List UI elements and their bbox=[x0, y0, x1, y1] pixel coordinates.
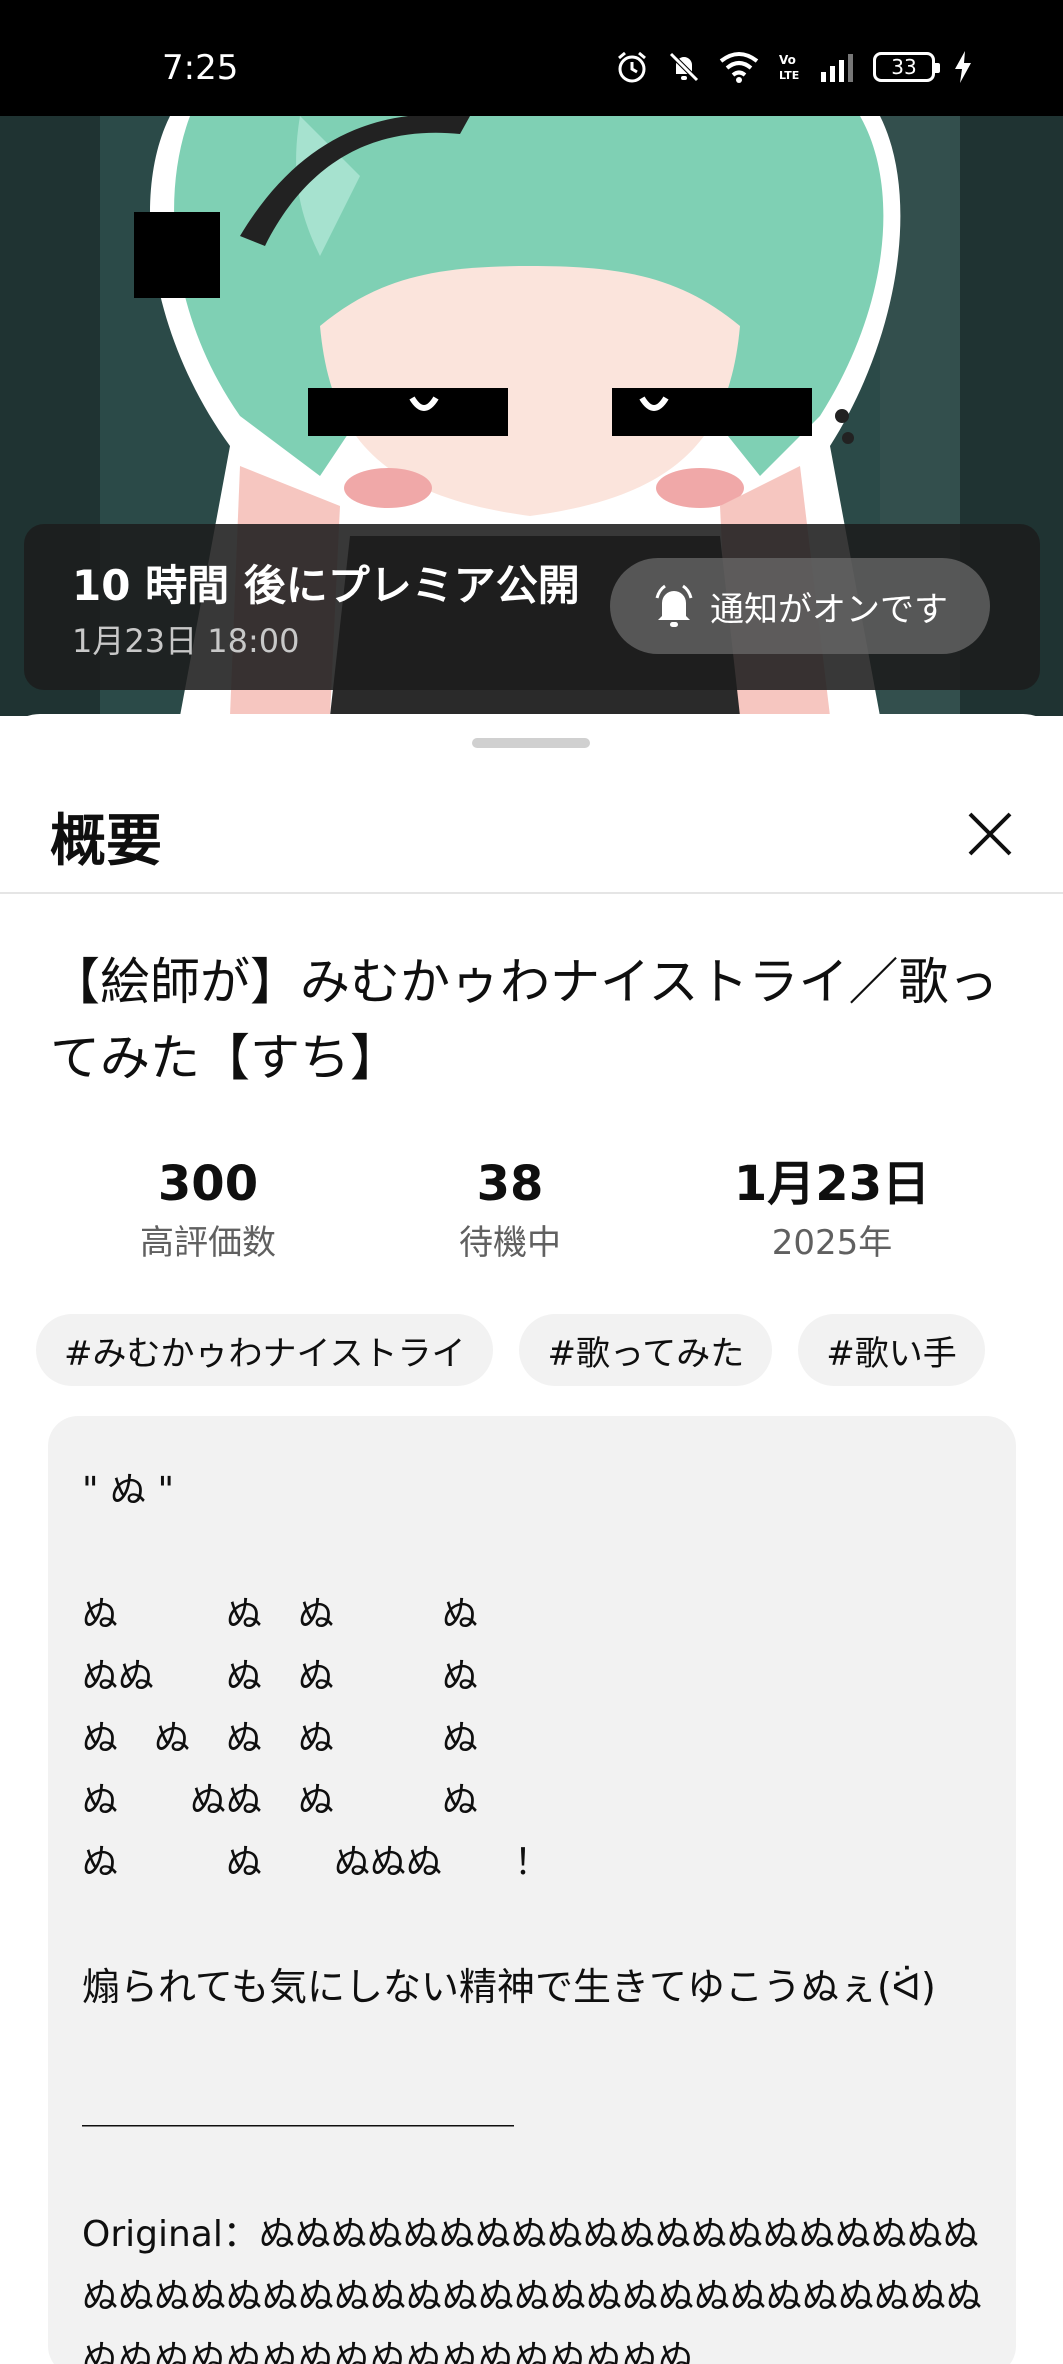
hashtag-chip[interactable]: #みむかゥわナイストライ bbox=[36, 1314, 494, 1386]
svg-text:LTE: LTE bbox=[779, 69, 799, 82]
premiere-date: 1月23日 18:00 bbox=[72, 622, 300, 660]
hashtag-chip[interactable]: #歌ってみた bbox=[519, 1314, 773, 1386]
hashtag-chip[interactable]: #歌い手 bbox=[798, 1314, 985, 1386]
video-stats: 300 高評価数 38 待機中 1月23日 2025年 bbox=[0, 1154, 1063, 1274]
mute-icon bbox=[669, 52, 699, 82]
alarm-icon bbox=[618, 51, 646, 83]
stat-date: 1月23日 2025年 bbox=[682, 1154, 982, 1268]
sheet-header: 概要 bbox=[0, 774, 1063, 894]
description-line bbox=[82, 1894, 982, 1956]
bell-icon bbox=[655, 584, 693, 627]
description-line bbox=[82, 1522, 982, 1584]
hashtag-list: #みむかゥわナイストライ #歌ってみた #歌い手 bbox=[36, 1314, 985, 1386]
description-line: ぬぬ ぬ ぬ ぬ bbox=[82, 1656, 479, 1697]
publish-year: 2025年 bbox=[771, 1223, 893, 1263]
svg-text:Vo: Vo bbox=[779, 53, 796, 67]
status-bar: 7:25 Vo LTE 33 bbox=[0, 0, 1063, 116]
description-line bbox=[82, 2142, 982, 2204]
premiere-countdown: 10 時間 後にプレミア公開 bbox=[72, 561, 580, 610]
battery-level: 33 bbox=[891, 55, 917, 79]
description-line: ぬ ぬぬ ぬ ぬ bbox=[82, 1780, 479, 1821]
description-line: ぬ ぬ ぬぬぬ ！ bbox=[82, 1842, 551, 1883]
likes-label: 高評価数 bbox=[140, 1223, 276, 1263]
wifi-icon bbox=[719, 52, 759, 83]
waiting-count: 38 bbox=[476, 1156, 544, 1212]
video-thumbnail[interactable]: 10 時間 後にプレミア公開 1月23日 18:00 通知がオンです bbox=[0, 116, 1063, 716]
description-line bbox=[82, 2018, 982, 2080]
description-line: ぬ ぬ ぬ ぬ ぬ bbox=[82, 1718, 479, 1759]
description-line: Original：ぬぬぬぬぬぬぬぬぬぬぬぬぬぬぬぬぬぬぬぬぬぬぬぬぬぬぬぬぬぬぬ… bbox=[82, 2214, 983, 2364]
description-sheet: 概要 【絵師が】みむかゥわナイストライ／歌ってみた【すち】 300 高評価数 3… bbox=[0, 714, 1063, 2364]
sheet-title: 概要 bbox=[50, 809, 162, 874]
stat-likes: 300 高評価数 bbox=[58, 1154, 358, 1268]
description-line: ぬ ぬ ぬ ぬ bbox=[82, 1594, 479, 1635]
signal-icon bbox=[821, 54, 853, 82]
stat-waiting: 38 待機中 bbox=[360, 1154, 660, 1268]
close-icon bbox=[968, 812, 1012, 856]
drag-handle[interactable] bbox=[472, 738, 590, 748]
premiere-banner: 10 時間 後にプレミア公開 1月23日 18:00 通知がオンです bbox=[24, 524, 1040, 690]
close-button[interactable] bbox=[960, 804, 1020, 864]
publish-date: 1月23日 bbox=[733, 1156, 931, 1212]
description-box[interactable]: " ぬ " ぬ ぬ ぬ ぬ ぬぬ ぬ ぬ ぬ ぬ ぬ ぬ ぬ ぬ ぬ ぬぬ ぬ … bbox=[48, 1416, 1016, 2364]
waiting-label: 待機中 bbox=[459, 1223, 561, 1263]
description-line: " ぬ " bbox=[82, 1470, 175, 1511]
battery-icon: 33 bbox=[873, 52, 940, 82]
volte-icon: Vo LTE bbox=[779, 53, 799, 82]
description-divider: ＿＿＿＿＿＿＿＿＿＿＿＿ bbox=[82, 2090, 515, 2131]
charging-icon bbox=[955, 51, 971, 83]
video-title: 【絵師が】みむかゥわナイストライ／歌ってみた【すち】 bbox=[50, 953, 999, 1087]
likes-count: 300 bbox=[157, 1156, 259, 1212]
description-line: 煽られても気にしない精神で生きてゆこうぬぇ(ᐛ) bbox=[82, 1965, 936, 2009]
status-icons: Vo LTE 33 bbox=[615, 50, 973, 84]
notification-on-label: 通知がオンです bbox=[710, 589, 948, 630]
notification-on-button[interactable]: 通知がオンです bbox=[610, 558, 990, 654]
status-time: 7:25 bbox=[162, 48, 239, 88]
